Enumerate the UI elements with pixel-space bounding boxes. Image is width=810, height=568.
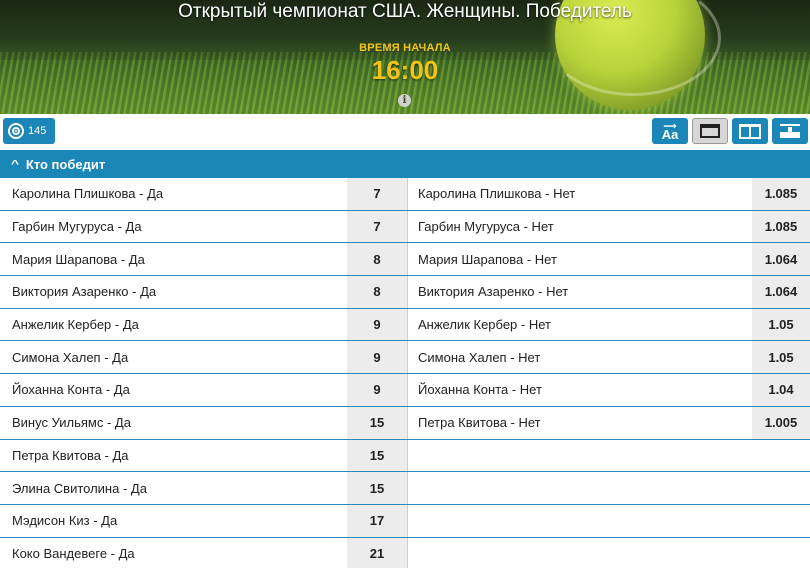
outcome-no-name: Виктория Азаренко - Нет xyxy=(407,276,752,308)
empty-cell xyxy=(407,504,752,537)
collapse-icon xyxy=(780,124,800,138)
outcome-yes-name: Винус Уильямс - Да xyxy=(12,415,131,431)
table-row: Мария Шарапова - Да 8 Мария Шарапова - Нет… xyxy=(0,243,810,277)
toolbar: 145 ⟶ Aa xyxy=(0,114,810,150)
event-banner: Открытый чемпионат США. Женщины. Победит… xyxy=(0,0,810,114)
outcome-yes-name: Петра Квитова - Да xyxy=(12,447,129,463)
table-row: Петра Квитова - Да 15 xyxy=(0,439,810,473)
outcome-yes-name: Мэдисон Киз - Да xyxy=(12,513,118,529)
table-row: Симона Халеп - Да 9 Симона Халеп - Нет 1.05 xyxy=(0,341,810,375)
odd-yes-button[interactable]: 15 xyxy=(347,472,407,504)
table-row: Мэдисон Киз - Да 17 xyxy=(0,504,810,538)
odd-yes-button[interactable]: 7 xyxy=(347,178,407,210)
outcome-no-name: Мария Шарапова - Нет xyxy=(407,243,752,276)
odd-no-button[interactable]: 1.05 xyxy=(752,308,810,341)
odd-no-button[interactable]: 1.04 xyxy=(752,374,810,406)
odd-yes-button[interactable]: 9 xyxy=(347,308,407,341)
odd-yes-button[interactable]: 9 xyxy=(347,374,407,406)
odd-yes-button[interactable]: 8 xyxy=(347,276,407,308)
outcome-yes-name: Анжелик Кербер - Да xyxy=(12,317,139,333)
font-size-icon: Aa xyxy=(661,127,679,142)
odd-yes-button[interactable]: 21 xyxy=(347,537,407,568)
odd-no-button[interactable]: 1.05 xyxy=(752,341,810,374)
outcome-yes-name: Элина Свитолина - Да xyxy=(12,480,147,496)
odd-no-button[interactable]: 1.085 xyxy=(752,210,810,243)
info-icon[interactable]: i xyxy=(398,94,411,107)
outcome-yes-name: Каролина Плишкова - Да xyxy=(12,186,164,202)
outcome-yes-name: Йоханна Конта - Да xyxy=(12,382,130,398)
table-row: Каролина Плишкова - Да 7 Каролина Плишкова… xyxy=(0,178,810,211)
odd-yes-button[interactable]: 17 xyxy=(347,504,407,537)
empty-cell xyxy=(407,537,752,568)
outcomes-table: Каролина Плишкова - Да 7 Каролина Плишкова… xyxy=(0,178,810,568)
two-column-view-button[interactable] xyxy=(732,118,768,144)
outcome-yes-name: Коко Вандевеге - Да xyxy=(12,545,135,561)
outcome-yes-name: Мария Шарапова - Да xyxy=(12,251,145,267)
outcome-no-name: Гарбин Мугуруса - Нет xyxy=(407,210,752,243)
market-header[interactable]: ^ Кто победит xyxy=(0,150,810,178)
table-row: Гарбин Мугуруса - Да 7 Гарбин Мугуруса - Н… xyxy=(0,210,810,244)
table-row: Виктория Азаренко - Да 8 Виктория Азаренко… xyxy=(0,276,810,309)
table-row: Элина Свитолина - Да 15 xyxy=(0,472,810,505)
outcome-yes-name: Виктория Азаренко - Да xyxy=(12,284,157,300)
collapse-button[interactable] xyxy=(772,118,808,144)
odd-yes-button[interactable]: 15 xyxy=(347,439,407,472)
empty-cell xyxy=(407,472,752,504)
table-row: Йоханна Конта - Да 9 Йоханна Конта - Нет 1.… xyxy=(0,374,810,407)
start-time-label: ВРЕМЯ НАЧАЛА xyxy=(359,42,451,54)
chevron-up-icon: ^ xyxy=(10,158,20,170)
outcome-no-name: Петра Квитова - Нет xyxy=(407,406,752,439)
odd-yes-button[interactable]: 8 xyxy=(347,243,407,276)
empty-cell xyxy=(407,439,752,472)
start-time-value: 16:00 xyxy=(371,55,439,85)
outcome-no-name: Каролина Плишкова - Нет xyxy=(407,178,752,210)
font-size-button[interactable]: ⟶ Aa xyxy=(652,118,688,144)
target-icon xyxy=(8,123,24,139)
odd-no-button[interactable]: 1.064 xyxy=(752,243,810,276)
odd-yes-button[interactable]: 9 xyxy=(347,341,407,374)
odd-yes-button[interactable]: 15 xyxy=(347,406,407,439)
market-title: Кто победит xyxy=(25,156,106,172)
single-column-view-button[interactable] xyxy=(692,118,728,144)
two-column-icon xyxy=(739,123,761,139)
markets-count-button[interactable]: 145 xyxy=(3,118,55,144)
outcome-no-name: Симона Халеп - Нет xyxy=(407,341,752,374)
event-title: Открытый чемпионат США. Женщины. Победит… xyxy=(178,1,632,22)
outcome-no-name: Анжелик Кербер - Нет xyxy=(407,308,752,341)
single-column-icon xyxy=(700,124,720,138)
odd-no-button[interactable]: 1.085 xyxy=(752,178,810,210)
table-row: Винус Уильямс - Да 15 Петра Квитова - Нет 1… xyxy=(0,406,810,440)
markets-count: 145 xyxy=(28,125,47,137)
outcome-no-name: Йоханна Конта - Нет xyxy=(407,374,752,406)
outcome-yes-name: Симона Халеп - Да xyxy=(12,349,129,365)
table-row: Коко Вандевеге - Да 21 xyxy=(0,537,810,568)
odd-yes-button[interactable]: 7 xyxy=(347,210,407,243)
odd-no-button[interactable]: 1.064 xyxy=(752,276,810,308)
table-row: Анжелик Кербер - Да 9 Анжелик Кербер - Нет… xyxy=(0,308,810,342)
outcome-yes-name: Гарбин Мугуруса - Да xyxy=(12,219,142,235)
odd-no-button[interactable]: 1.005 xyxy=(752,406,810,439)
